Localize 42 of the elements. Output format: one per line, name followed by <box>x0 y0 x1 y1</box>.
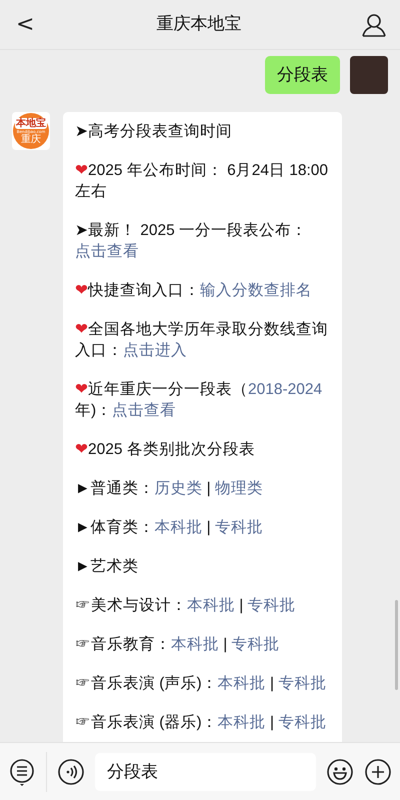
message-text: ❤快捷查询入口：输入分数查排名 <box>75 282 312 299</box>
message-text: ❤近年重庆一分一段表（2018-2024 年)：点击查看 <box>75 381 322 419</box>
link[interactable]: 本科批 <box>218 714 266 731</box>
link[interactable]: 本科批 <box>218 675 266 692</box>
message-text: ❤全国各地大学历年录取分数线查询入口：点击进入 <box>75 321 328 359</box>
link[interactable]: 点击查看 <box>112 402 176 419</box>
message-text: ►体育类：本科批 | 专科批 <box>75 519 263 536</box>
message-text: ►艺术类 <box>75 558 138 575</box>
message-text: ►普通类：历史类 | 物理类 <box>75 480 263 497</box>
link[interactable]: 点击查看 <box>75 243 139 260</box>
message-text: ➤最新！ 2025 一分一段表公布： 点击查看 <box>75 222 308 260</box>
link[interactable]: 输入分数查排名 <box>200 282 312 299</box>
message-text: ☞音乐教育：本科批 | 专科批 <box>75 636 280 653</box>
back-button[interactable]: < <box>12 14 38 36</box>
link[interactable]: 点击进入 <box>123 342 187 359</box>
message-bubble: 分段表 <box>265 56 340 94</box>
menu-icon[interactable] <box>8 758 36 786</box>
emoji-icon[interactable] <box>326 758 354 786</box>
link[interactable]: 物理类 <box>214 480 263 497</box>
message-text: ❤2025 各类别批次分段表 <box>75 441 255 458</box>
plus-icon[interactable] <box>364 758 392 786</box>
chat-title: 重庆本地宝 <box>156 12 242 36</box>
message-text: ☞美术与设计：本科批 | 专科批 <box>75 597 296 614</box>
link[interactable]: 专科批 <box>278 714 326 731</box>
voice-icon[interactable] <box>57 758 85 786</box>
logo-text: 重庆 <box>21 134 41 144</box>
link[interactable]: 专科批 <box>278 675 326 692</box>
link[interactable]: 专科批 <box>248 597 296 614</box>
avatar-photo-placeholder <box>350 56 388 94</box>
message-text: ❤2025 年公布时间： 6月24日 18:00 左右 <box>75 162 328 200</box>
message-text: ➤高考分段表查询时间 <box>75 123 232 140</box>
link[interactable]: 本科批 <box>154 519 202 536</box>
logo-text: 本地宝 <box>15 118 47 128</box>
message-text: ☞音乐表演 (声乐)：本科批 | 专科批 <box>75 675 326 692</box>
link[interactable]: 专科批 <box>214 519 263 536</box>
message-text: ☞音乐表演 (器乐)：本科批 | 专科批 <box>75 714 326 731</box>
message-input[interactable]: 分段表 <box>95 752 316 790</box>
link[interactable]: 专科批 <box>232 636 280 653</box>
link[interactable]: 历史类 <box>154 480 202 497</box>
link[interactable]: 本科批 <box>171 636 219 653</box>
link[interactable]: 本科批 <box>187 597 235 614</box>
link[interactable]: 2018-2024 <box>248 381 322 398</box>
